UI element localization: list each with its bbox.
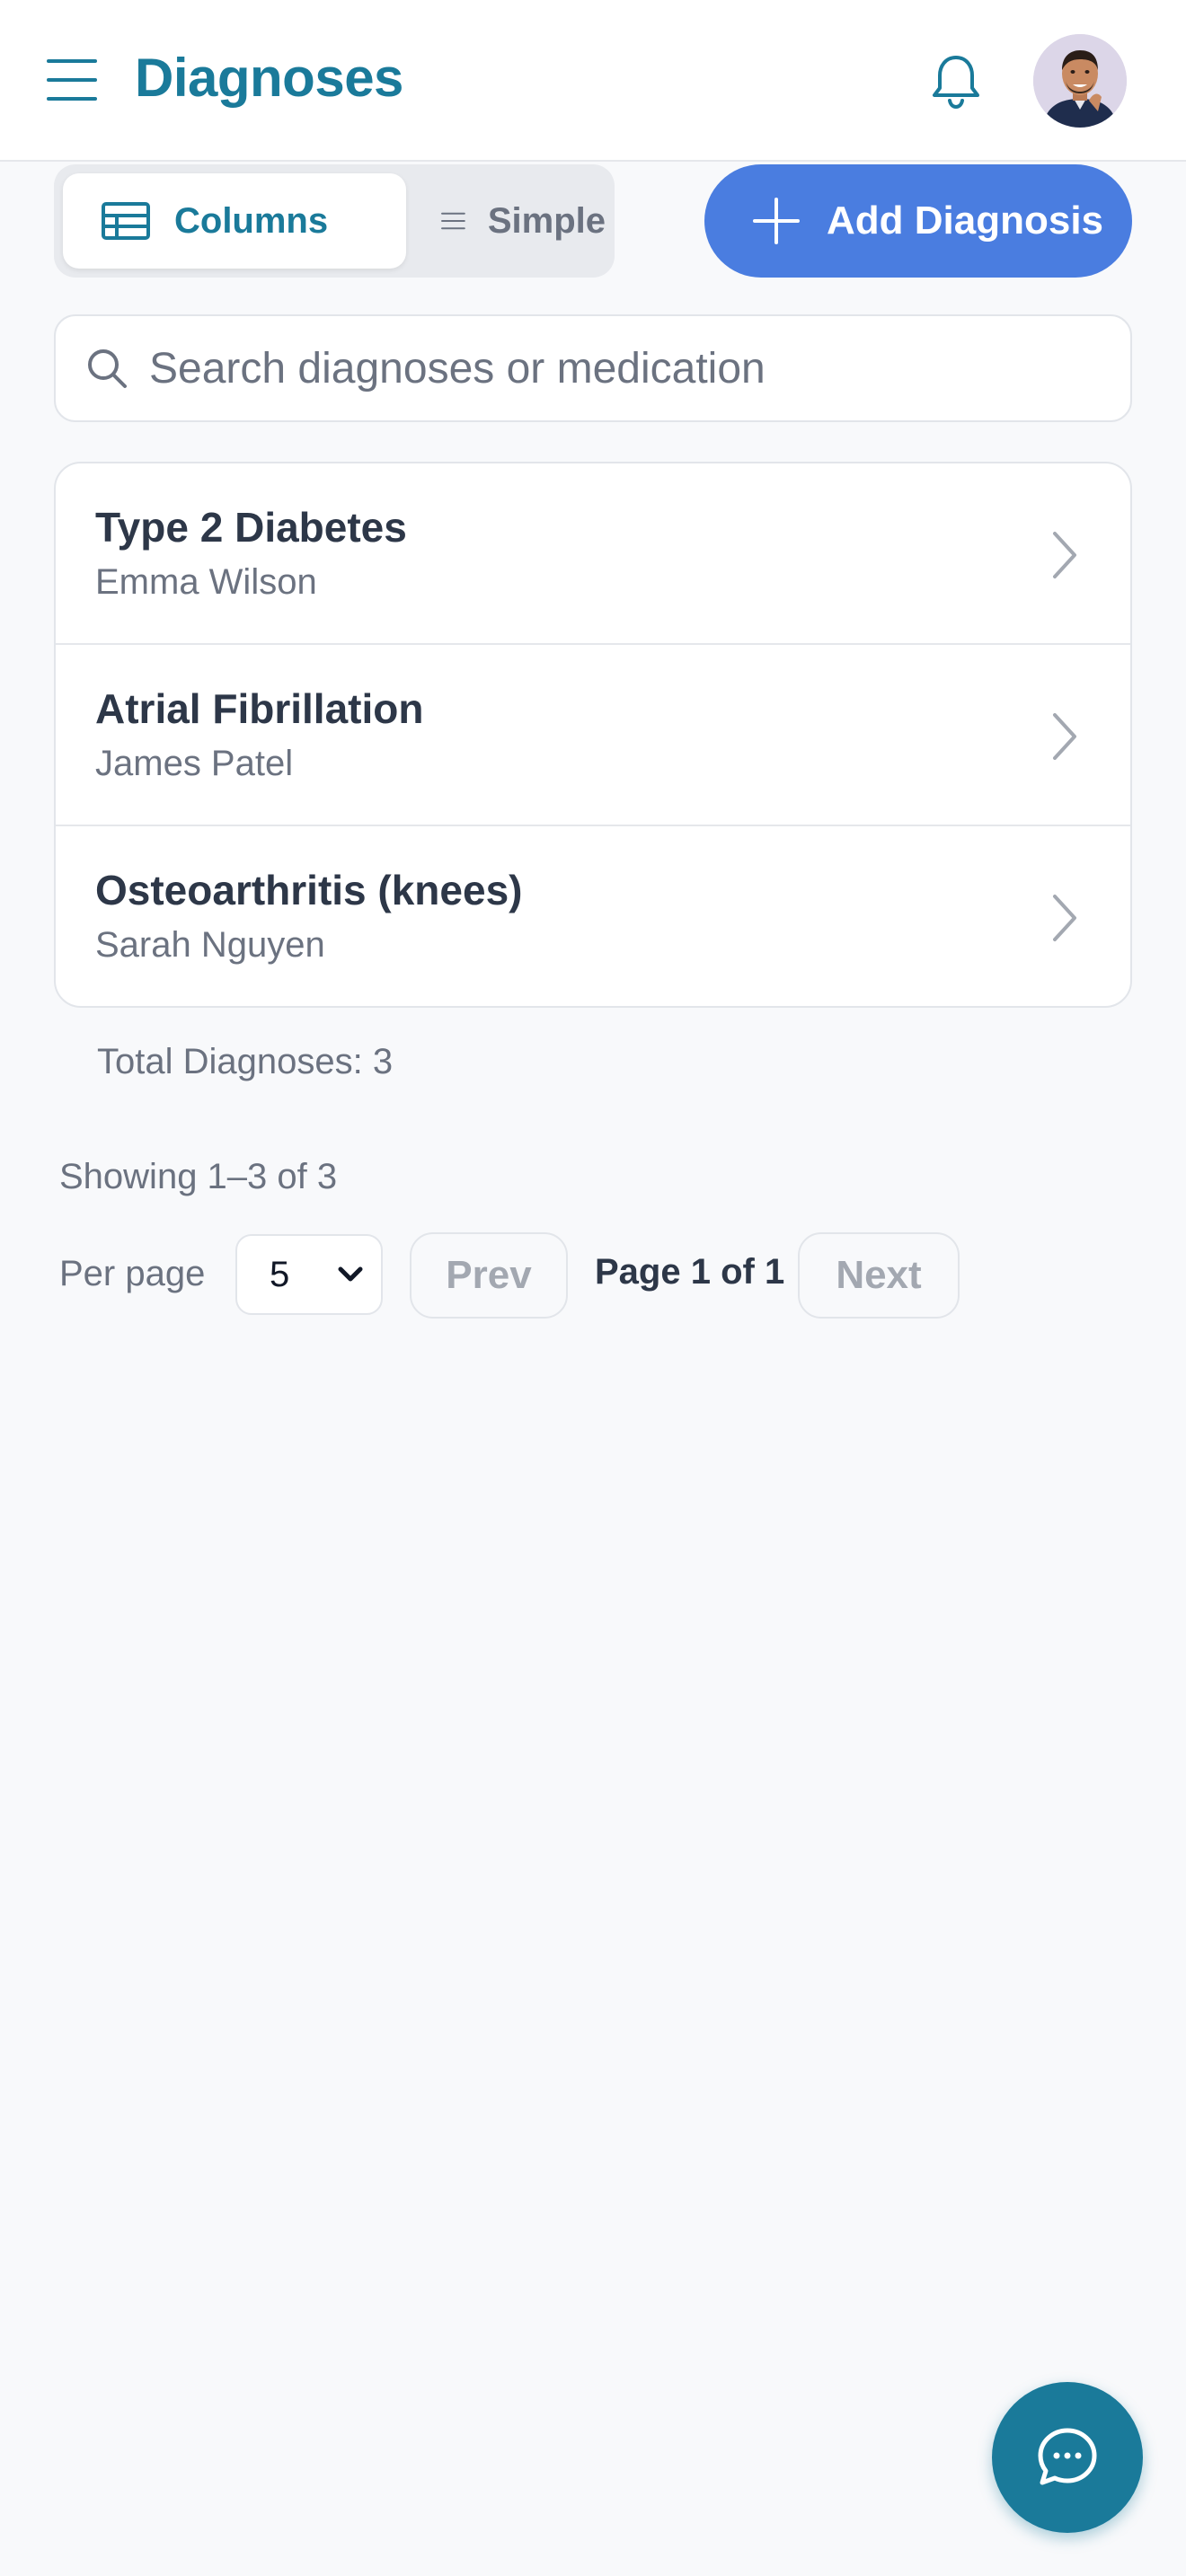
list-item[interactable]: Osteoarthritis (knees) Sarah Nguyen <box>56 826 1130 1006</box>
list-item[interactable]: Type 2 Diabetes Emma Wilson <box>56 463 1130 645</box>
app-root: Diagnoses Columns Simple Add Diagnosis S… <box>0 0 1186 2576</box>
hamburger-menu-icon[interactable] <box>47 59 97 101</box>
chat-button[interactable] <box>992 2382 1143 2533</box>
avatar[interactable] <box>1033 34 1127 128</box>
list-item[interactable]: Atrial Fibrillation James Patel <box>56 645 1130 826</box>
simple-view-button[interactable]: Simple <box>413 173 606 269</box>
simple-view-label: Simple <box>487 200 606 241</box>
add-diagnosis-button[interactable]: Add Diagnosis <box>704 164 1132 278</box>
patient-name: James Patel <box>95 744 294 783</box>
page-indicator: Page 1 of 1 <box>595 1252 785 1292</box>
add-diagnosis-label: Add Diagnosis <box>827 198 1104 243</box>
chevron-right-icon <box>1053 713 1076 760</box>
columns-view-button[interactable]: Columns <box>63 173 406 269</box>
chevron-right-icon <box>1053 895 1076 941</box>
page-title: Diagnoses <box>135 48 403 108</box>
search-input[interactable] <box>149 343 1048 393</box>
diagnosis-name: Atrial Fibrillation <box>95 685 424 732</box>
prev-page-button[interactable]: Prev <box>410 1232 568 1319</box>
patient-name: Sarah Nguyen <box>95 925 325 965</box>
per-page-select[interactable]: 5 <box>235 1234 383 1315</box>
total-diagnoses-text: Total Diagnoses: 3 <box>97 1042 394 1081</box>
per-page-label: Per page <box>59 1254 206 1293</box>
diagnosis-name: Osteoarthritis (knees) <box>95 867 523 913</box>
chat-bubble-icon <box>1038 2428 1097 2485</box>
table-columns-icon <box>102 202 150 240</box>
next-page-button[interactable]: Next <box>798 1232 960 1319</box>
plus-icon <box>753 198 800 244</box>
patient-name: Emma Wilson <box>95 562 317 602</box>
diagnoses-list: Type 2 Diabetes Emma Wilson Atrial Fibri… <box>54 462 1132 1008</box>
diagnosis-name: Type 2 Diabetes <box>95 504 407 551</box>
chevron-right-icon <box>1053 532 1076 578</box>
per-page-value: 5 <box>270 1254 290 1294</box>
view-toggle: Columns Simple <box>54 164 615 278</box>
showing-range-text: Showing 1–3 of 3 <box>59 1157 338 1196</box>
chevron-down-icon <box>338 1266 363 1282</box>
columns-view-label: Columns <box>174 200 329 241</box>
top-app-bar: Diagnoses <box>0 0 1186 162</box>
list-lines-icon <box>441 212 465 230</box>
search-bar <box>54 314 1132 422</box>
search-icon <box>88 349 127 388</box>
bell-icon[interactable] <box>929 52 983 110</box>
